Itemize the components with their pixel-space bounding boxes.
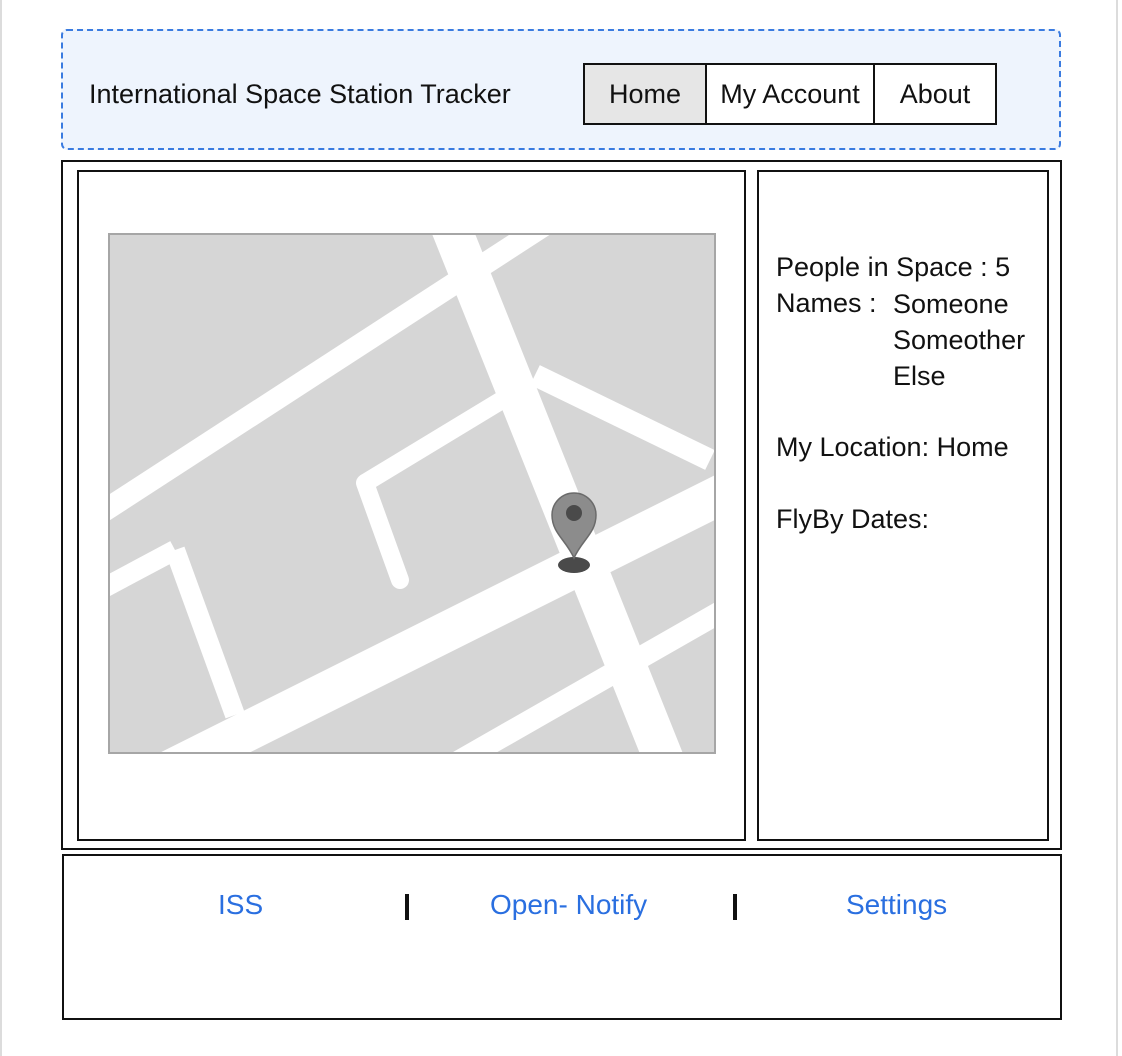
main-content: People in Space : 5 Names : Someone Some… [61,160,1062,850]
map-panel [77,170,746,841]
name-item: Someother [893,325,1026,355]
map-road [360,392,507,491]
header: International Space Station Tracker Home… [61,29,1061,150]
map-road [432,235,683,752]
nav-home-button[interactable]: Home [583,63,707,125]
footer-separator [733,894,737,920]
info-panel: People in Space : 5 Names : Someone Some… [757,170,1049,841]
map-graphic [110,235,714,752]
footer-link-open-notify[interactable]: Open- Notify [490,889,647,921]
map-road [165,546,245,719]
map-road [110,541,180,596]
footer-link-settings[interactable]: Settings [846,889,947,921]
people-in-space-text: People in Space : 5 [776,252,1011,282]
page-title: International Space Station Tracker [89,79,511,109]
nav-my-account-button[interactable]: My Account [705,63,875,125]
names-label: Names : [776,288,877,318]
footer: ISS Open- Notify Settings [62,854,1062,1020]
footer-link-iss[interactable]: ISS [218,889,263,921]
name-item: Else [893,361,946,391]
map-road [356,474,409,589]
map-view[interactable] [108,233,716,754]
names-list: Someone Someother Else [893,286,1025,394]
flyby-dates-label: FlyBy Dates: [776,504,930,534]
map-road [530,365,714,470]
footer-separator [405,894,409,920]
my-location-text: My Location: Home [776,432,1009,462]
name-item: Someone [893,289,1009,319]
nav-about-button[interactable]: About [873,63,997,125]
main-nav: Home My Account About [583,63,997,125]
